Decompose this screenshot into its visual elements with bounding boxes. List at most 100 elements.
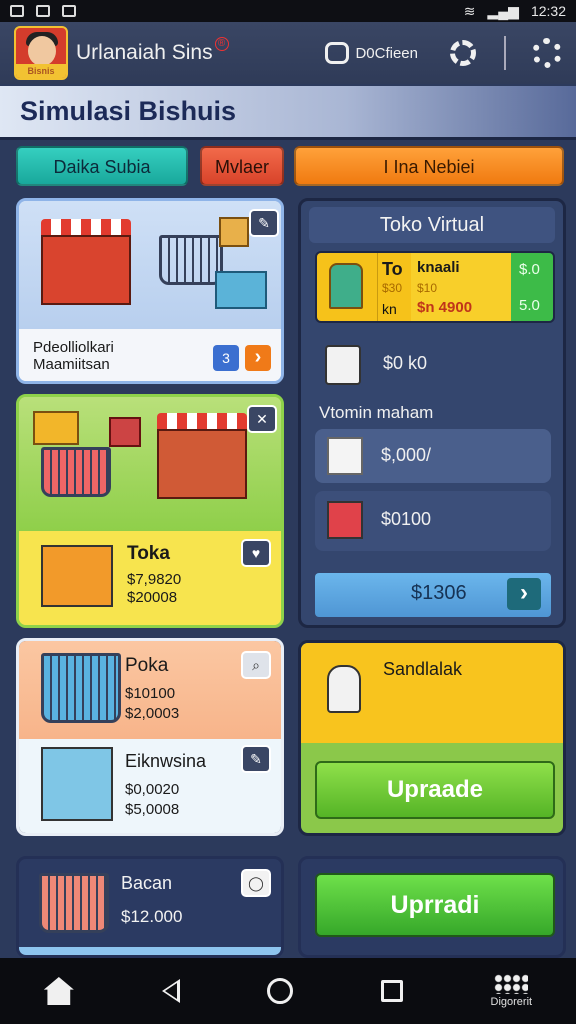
card4-line-1: $0,0020 [125,781,180,798]
feature-price: $n 4900 [417,299,473,316]
heart-icon[interactable]: ♥ [241,539,271,567]
store-icon [41,219,131,305]
item2-value: $,000/ [381,445,432,465]
divider [504,36,506,70]
market-stall-icon [41,653,121,723]
tag-icon[interactable]: ✎ [241,745,271,773]
wifi-icon: ≋ [463,2,476,19]
page-title-bar: Simulasi Bishuis [0,86,576,140]
item3-row[interactable]: $0100 [315,491,551,551]
feature-tile[interactable]: To $30 kn knaali $10 $n 4900 $.0 5.0 [315,251,555,323]
card4-line-2: $5,0008 [125,801,180,818]
buy-next-button[interactable]: › [507,578,541,610]
app-grid-label: Digorerit [490,996,533,1008]
system-nav-bar: Digorerit [0,958,576,1024]
cart-icon [159,235,223,285]
home-circle-icon[interactable] [267,978,294,1004]
feature-title: To [382,259,403,279]
feature-code: kn [382,301,397,317]
tab-mvlaer[interactable]: Mvlaer [200,146,284,186]
notification-icon [10,5,24,17]
signal-icon: ▂▄▆ [487,2,519,19]
shop-card-2[interactable]: ✕ Toka $7,9820 $20008 ♥ [16,394,284,628]
settings-gear-icon[interactable] [532,38,562,68]
profile-action[interactable]: D0Cfieen [325,42,418,64]
card1-next-button[interactable]: › [245,345,271,371]
card4-title: Eiknwsina [125,751,207,771]
feature-sub-3: $10 [417,281,438,295]
gift-bag-icon [327,501,363,539]
edit-icon[interactable]: ✎ [249,209,279,237]
upgrade-card: Sandlalak Upraade [298,640,566,836]
avatar-tag: Bisnis [16,64,66,78]
market-illustration: ✕ [19,397,281,531]
tab-row: Daika Subia Mvlaer I Ina Nebiei [14,146,566,188]
kiosk-icon [41,545,113,607]
avatar[interactable]: Bisnis [14,26,68,80]
card3-line-2: $2,0003 [125,705,180,722]
bottom-upgrade-card: Uprradi [298,856,566,958]
card2-title: Toka [127,543,170,564]
app-grid-button[interactable]: Digorerit [490,974,533,1008]
buy-action-label: $1306 [411,582,467,604]
virtual-store-panel: Toko Virtual To $30 kn knaali $10 $n 490… [298,198,566,628]
shop-card-3[interactable]: Poka $10100 $2,0003 ⌕ Eiknwsina $0,0020 … [16,638,284,836]
card2-line-1: $7,9820 [127,571,182,588]
store-illustration: ✎ [19,201,281,329]
item1-value: $0 k0 [383,353,428,373]
cloud-icon [62,5,76,17]
feature-green-top: $.0 [519,261,540,278]
shop-card-1[interactable]: ✎ Pdeolliolkari Maamiitsan 3 › [16,198,284,384]
status-bar: ≋ ▂▄▆ 12:32 [0,0,576,22]
faucet-icon [327,665,361,713]
tab-ina-nebiei[interactable]: I Ina Nebiei [294,146,564,186]
feature-green-bottom: 5.0 [519,297,540,314]
crate-icon [215,271,267,309]
shop-card-5[interactable]: Bacan $12.000 ◯ [16,856,284,958]
registered-badge: ® [214,37,229,51]
bottom-upgrade-button[interactable]: Uprradi [315,873,555,937]
card1-caption-1: Pdeolliolkari [33,339,114,356]
poka-section[interactable]: Poka $10100 $2,0003 ⌕ [19,641,281,739]
upgrade-button[interactable]: Upraade [315,761,555,819]
card1-blue-button[interactable]: 3 [213,345,239,371]
blender-icon [325,345,361,385]
store-icon [157,413,247,499]
chat-bubble-icon[interactable]: ◯ [241,869,271,897]
search-icon[interactable]: ⌕ [241,651,271,679]
app-title: Urlanaiah Sins [76,41,213,64]
buy-action-bar[interactable]: $1306 › [315,573,551,617]
tools-icon[interactable]: ✕ [247,405,277,433]
feature-sub-2: $30 [382,281,403,295]
section-label: Vtomin maham [319,403,434,422]
shop-clock-icon [41,747,113,821]
card3-title: Poka [125,655,169,676]
app-bar: Bisnis Urlanaiah Sins ® D0Cfieen [0,22,576,84]
feature-subtitle: knaali [417,259,460,276]
card1-caption-2: Maamiitsan [33,356,110,373]
chat-icon [325,42,350,64]
upgrade-title: Sandlalak [383,659,463,679]
bag-icon [109,417,141,447]
profile-action-label: D0Cfieen [355,44,418,62]
home-icon[interactable] [43,977,74,1005]
card5-value: $12.000 [121,907,183,926]
paper-bag-icon [327,437,363,475]
shopping-bag-icon [329,263,363,309]
page-title: Simulasi Bishuis [20,96,237,126]
alarm-icon [36,5,50,17]
refresh-icon[interactable] [450,40,476,66]
virtual-store-title: Toko Virtual [309,207,555,243]
grid-icon [494,974,529,994]
cart-icon [39,873,109,933]
status-time: 12:32 [530,3,566,19]
eiknwsina-section[interactable]: Eiknwsina $0,0020 $5,0008 ✎ [19,739,281,833]
recents-icon[interactable] [380,980,403,1002]
box-icon [219,217,249,247]
card5-title: Bacan [121,873,173,893]
item2-row[interactable]: $,000/ [315,429,551,483]
cart-icon [41,447,111,497]
tab-daika-subia[interactable]: Daika Subia [16,146,188,186]
back-icon[interactable] [161,979,180,1003]
card3-line-1: $10100 [125,685,176,702]
